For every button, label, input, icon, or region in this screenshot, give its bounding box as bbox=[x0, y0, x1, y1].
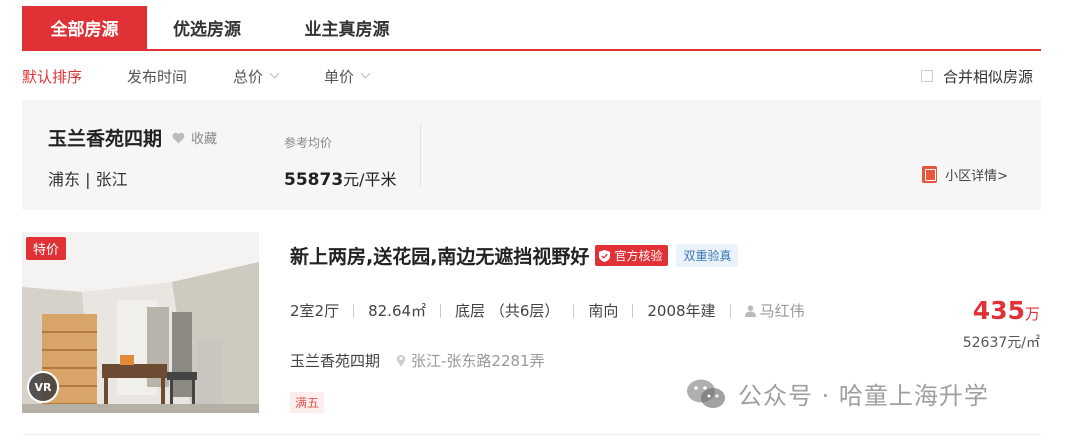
community-location: 浦东 | 张江 bbox=[48, 170, 128, 189]
room-layout: 2室2厅 bbox=[290, 302, 340, 320]
sort-total-price-label: 总价 bbox=[233, 67, 264, 86]
tab-owner-verified-listings[interactable]: 业主真房源 bbox=[277, 6, 417, 49]
community-detail-link[interactable]: 小区详情> bbox=[922, 165, 1008, 184]
tab-selected-listings[interactable]: 优选房源 bbox=[147, 6, 267, 49]
sort-total-price[interactable]: 总价 bbox=[233, 66, 280, 87]
special-price-tag: 特价 bbox=[26, 237, 67, 260]
floor-area: 82.64㎡ bbox=[368, 302, 427, 320]
listing-photo[interactable]: 特价 VR bbox=[22, 232, 259, 413]
community-name[interactable]: 玉兰香苑四期 bbox=[48, 124, 162, 151]
merge-similar-label: 合并相似房源 bbox=[942, 67, 1033, 86]
shield-icon bbox=[599, 249, 611, 262]
location-pin-icon bbox=[396, 355, 406, 367]
divider bbox=[420, 124, 421, 186]
listing-street-address[interactable]: 张江-张东路2281弄 bbox=[411, 350, 545, 371]
chevron-down-icon bbox=[360, 68, 371, 79]
five-years-tag: 满五 bbox=[290, 392, 325, 413]
favorite-label: 收藏 bbox=[191, 132, 218, 147]
divider bbox=[353, 303, 355, 318]
document-icon bbox=[922, 166, 938, 183]
tab-all-listings[interactable]: 全部房源 bbox=[22, 6, 147, 49]
orientation: 南向 bbox=[588, 302, 619, 320]
sort-unit-price-label: 单价 bbox=[324, 67, 355, 86]
sort-default[interactable]: 默认排序 bbox=[22, 66, 82, 87]
heart-icon bbox=[172, 132, 185, 143]
unit-price: 52637元/㎡ bbox=[962, 335, 1040, 351]
listing-address: 玉兰香苑四期 张江-张东路2281弄 bbox=[290, 350, 545, 371]
sort-publish-time-label: 发布时间 bbox=[127, 67, 188, 86]
person-icon bbox=[744, 304, 756, 317]
listing-community-link[interactable]: 玉兰香苑四期 bbox=[290, 350, 380, 371]
wechat-icon bbox=[687, 379, 725, 408]
sort-default-label: 默认排序 bbox=[22, 67, 83, 86]
divider bbox=[22, 434, 1041, 435]
divider bbox=[440, 303, 442, 318]
listing-title-row: 新上两房,送花园,南边无遮挡视野好 官方核验 双重验真 bbox=[290, 242, 739, 269]
sort-unit-price[interactable]: 单价 bbox=[324, 66, 371, 87]
official-verified-label: 官方核验 bbox=[614, 249, 663, 263]
divider bbox=[573, 303, 575, 318]
reference-price-value: 55873 bbox=[284, 170, 344, 190]
agent[interactable]: 马红伟 bbox=[744, 300, 805, 321]
favorite-button[interactable]: 收藏 bbox=[172, 128, 217, 147]
year-built: 2008年建 bbox=[647, 302, 716, 320]
vr-tour-button[interactable]: VR bbox=[27, 371, 59, 403]
floor-level: 底层 （共6层） bbox=[455, 302, 560, 320]
total-price-value: 435 bbox=[972, 296, 1025, 325]
sort-bar: 默认排序 发布时间 总价 单价 合并相似房源 bbox=[22, 62, 1041, 90]
listing-attributes: 2室2厅 82.64㎡ 底层 （共6层） 南向 2008年建 马红伟 bbox=[290, 300, 805, 321]
merge-similar-checkbox[interactable] bbox=[920, 70, 933, 82]
reference-price-unit: 元/平米 bbox=[343, 170, 397, 189]
divider bbox=[632, 303, 634, 318]
reference-price: 55873元/平米 bbox=[284, 166, 397, 190]
chevron-down-icon bbox=[269, 68, 280, 79]
community-panel: 玉兰香苑四期 收藏 浦东 | 张江 参考均价 55873元/平米 小区详情> bbox=[22, 100, 1041, 210]
official-verified-badge: 官方核验 bbox=[595, 245, 669, 266]
divider bbox=[729, 303, 731, 318]
listing-title[interactable]: 新上两房,送花园,南边无遮挡视野好 bbox=[290, 242, 589, 269]
double-verified-badge: 双重验真 bbox=[676, 244, 739, 267]
watermark: 公众号 · 哈童上海升学 bbox=[686, 376, 989, 411]
agent-name: 马红伟 bbox=[759, 302, 805, 320]
sort-publish-time[interactable]: 发布时间 bbox=[127, 66, 187, 87]
merge-similar-toggle[interactable]: 合并相似房源 bbox=[920, 66, 1033, 87]
reference-price-label: 参考均价 bbox=[284, 136, 333, 150]
watermark-text: 公众号 · 哈童上海升学 bbox=[738, 382, 989, 410]
total-price: 435万 bbox=[973, 296, 1040, 325]
house-tabs: 全部房源 优选房源 业主真房源 bbox=[22, 6, 1041, 51]
community-detail-label: 小区详情> bbox=[945, 169, 1008, 184]
total-price-unit: 万 bbox=[1024, 305, 1040, 323]
